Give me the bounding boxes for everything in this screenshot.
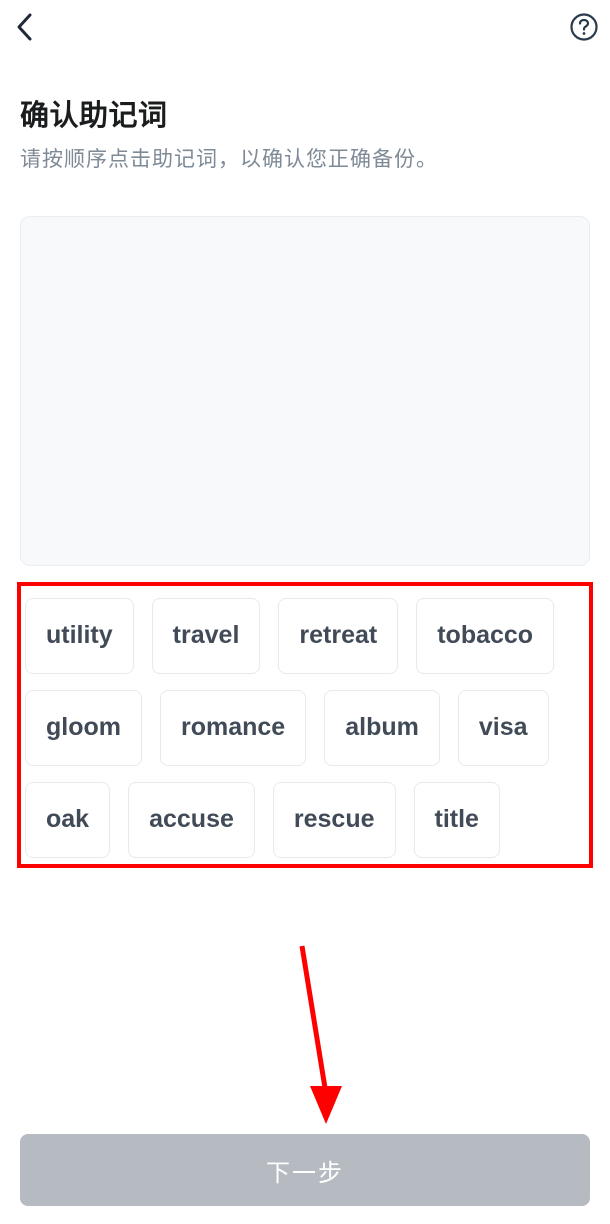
- word-chip-tobacco[interactable]: tobacco: [416, 598, 554, 674]
- next-button[interactable]: 下一步: [20, 1134, 590, 1206]
- word-chip-visa[interactable]: visa: [458, 690, 549, 766]
- word-chip-romance[interactable]: romance: [160, 690, 306, 766]
- arrow-annotation: [296, 944, 356, 1134]
- word-chip-retreat[interactable]: retreat: [278, 598, 398, 674]
- word-bank: utilitytravelretreattobaccogloomromancea…: [25, 598, 585, 858]
- next-button-label: 下一步: [266, 1153, 344, 1188]
- word-chip-accuse[interactable]: accuse: [128, 782, 255, 858]
- word-chip-rescue[interactable]: rescue: [273, 782, 396, 858]
- page-title: 确认助记词: [20, 92, 590, 134]
- word-chip-oak[interactable]: oak: [25, 782, 110, 858]
- back-button[interactable]: [6, 7, 46, 47]
- help-button[interactable]: [564, 7, 604, 47]
- page-subtitle: 请按顺序点击助记词，以确认您正确备份。: [20, 144, 590, 176]
- word-chip-title[interactable]: title: [414, 782, 500, 858]
- word-chip-travel[interactable]: travel: [152, 598, 261, 674]
- word-bank-highlight: utilitytravelretreattobaccogloomromancea…: [17, 582, 593, 868]
- help-icon: [569, 12, 599, 42]
- selected-words-area[interactable]: [20, 216, 590, 566]
- word-chip-gloom[interactable]: gloom: [25, 690, 142, 766]
- word-chip-album[interactable]: album: [324, 690, 440, 766]
- chevron-left-icon: [15, 12, 37, 42]
- word-chip-utility[interactable]: utility: [25, 598, 134, 674]
